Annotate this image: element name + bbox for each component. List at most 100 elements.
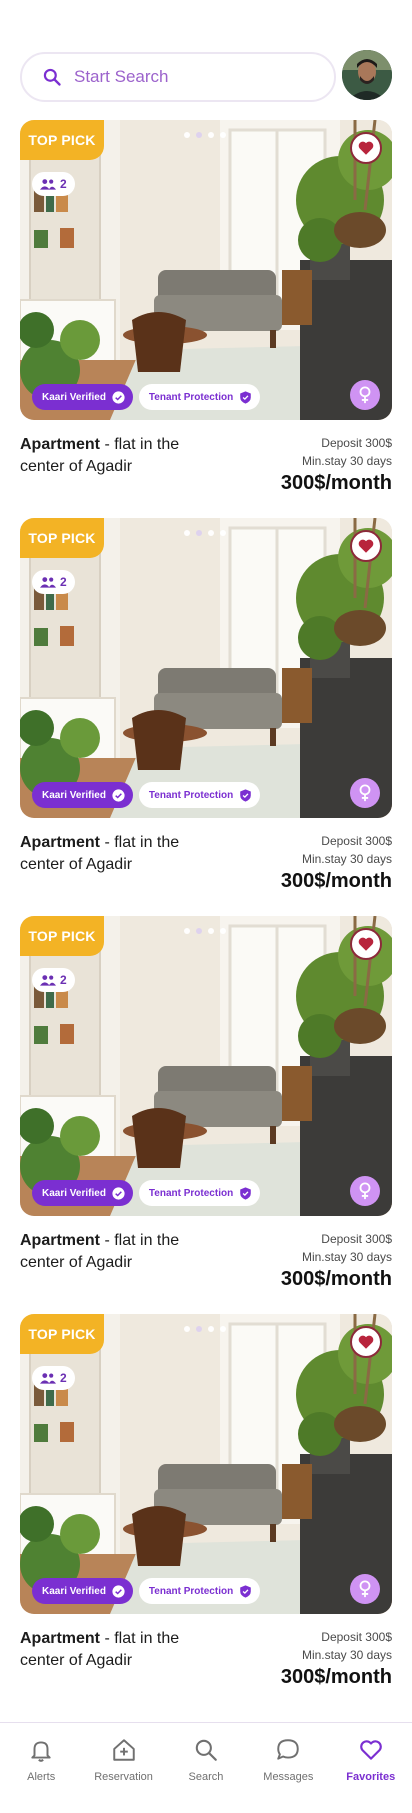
search-bar[interactable]	[20, 52, 336, 102]
image-pager-dots[interactable]	[184, 1326, 226, 1332]
tenant-protection-badge: Tenant Protection	[138, 384, 261, 410]
pager-dot[interactable]	[184, 928, 190, 934]
pager-dot[interactable]	[208, 132, 214, 138]
bottom-nav: Alerts Reservation Search Messages Favor…	[0, 1722, 412, 1813]
min-stay-text: Min.stay 30 days	[301, 852, 392, 866]
pager-dot[interactable]	[184, 132, 190, 138]
top-bar	[20, 50, 392, 104]
pager-dot[interactable]	[196, 1326, 202, 1332]
kaari-verified-label: Kaari Verified	[42, 789, 106, 801]
shield-check-icon	[240, 1584, 251, 1598]
favorite-button[interactable]	[350, 530, 382, 562]
tenant-protection-label: Tenant Protection	[148, 789, 234, 801]
pager-dot[interactable]	[220, 132, 226, 138]
pager-dot[interactable]	[196, 132, 202, 138]
guests-badge: 2	[32, 570, 75, 594]
price-text: 300$/month	[280, 1666, 392, 1688]
female-icon	[359, 784, 371, 802]
nav-label-messages: Messages	[263, 1771, 314, 1783]
female-icon	[359, 1182, 371, 1200]
female-icon	[359, 1580, 371, 1598]
nav-item-messages[interactable]: Messages	[248, 1737, 328, 1813]
deposit-text: Deposit 300$	[321, 1232, 392, 1246]
listing-photo[interactable]: TOP PICK 2 Kaari Verified Tenant Protect…	[20, 518, 392, 818]
kaari-verified-badge: Kaari Verified	[32, 1578, 133, 1604]
heart-icon	[359, 1740, 382, 1760]
room-photo	[20, 120, 392, 420]
pager-dot[interactable]	[220, 1326, 226, 1332]
tenant-protection-badge: Tenant Protection	[138, 1578, 261, 1604]
pager-dot[interactable]	[208, 1326, 214, 1332]
listing-photo[interactable]: TOP PICK 2 Kaari Verified Tenant Protect…	[20, 1314, 392, 1614]
listing-photo[interactable]: TOP PICK 2 Kaari Verified Tenant Protect…	[20, 120, 392, 420]
kaari-verified-label: Kaari Verified	[42, 1187, 106, 1199]
deposit-text: Deposit 300$	[321, 834, 392, 848]
image-pager-dots[interactable]	[184, 928, 226, 934]
listing-type: Apartment	[20, 834, 101, 851]
female-only-badge	[350, 380, 380, 410]
listing-title: Apartment - flat in the center of Agadir	[20, 1230, 220, 1274]
check-circle-icon	[112, 390, 125, 404]
kaari-verified-label: Kaari Verified	[42, 391, 106, 403]
pager-dot[interactable]	[220, 928, 226, 934]
tenant-protection-label: Tenant Protection	[148, 391, 234, 403]
tenant-protection-badge: Tenant Protection	[138, 1180, 261, 1206]
female-icon	[359, 386, 371, 404]
listing-title: Apartment - flat in the center of Agadir	[20, 434, 220, 478]
pager-dot[interactable]	[184, 530, 190, 536]
nav-item-alerts[interactable]: Alerts	[1, 1737, 81, 1813]
pager-dot[interactable]	[196, 530, 202, 536]
tenant-protection-label: Tenant Protection	[148, 1187, 234, 1199]
listing-info[interactable]: Apartment - flat in the center of Agadir…	[20, 1230, 392, 1310]
listing-card[interactable]: TOP PICK 2 Kaari Verified Tenant Protect…	[20, 518, 392, 912]
pager-dot[interactable]	[208, 530, 214, 536]
listing-badges: Kaari Verified Tenant Protection	[32, 384, 261, 410]
favorite-button[interactable]	[350, 928, 382, 960]
pager-dot[interactable]	[208, 928, 214, 934]
top-pick-badge: TOP PICK	[20, 120, 104, 160]
top-pick-badge: TOP PICK	[20, 916, 104, 956]
listing-photo[interactable]: TOP PICK 2 Kaari Verified Tenant Protect…	[20, 916, 392, 1216]
listing-card[interactable]: TOP PICK 2 Kaari Verified Tenant Protect…	[20, 916, 392, 1310]
kaari-verified-badge: Kaari Verified	[32, 1180, 133, 1206]
listing-card[interactable]: TOP PICK 2 Kaari Verified Tenant Protect…	[20, 120, 392, 514]
people-icon	[40, 975, 56, 986]
kaari-verified-badge: Kaari Verified	[32, 384, 133, 410]
nav-item-reservation[interactable]: Reservation	[84, 1737, 164, 1813]
nav-item-search[interactable]: Search	[166, 1737, 246, 1813]
kaari-verified-badge: Kaari Verified	[32, 782, 133, 808]
pager-dot[interactable]	[184, 1326, 190, 1332]
favorite-button[interactable]	[350, 1326, 382, 1358]
guests-count: 2	[60, 575, 67, 589]
nav-label-reservation: Reservation	[94, 1771, 153, 1783]
female-only-badge	[350, 778, 380, 808]
search-icon	[43, 68, 61, 86]
female-only-badge	[350, 1574, 380, 1604]
listing-info[interactable]: Apartment - flat in the center of Agadir…	[20, 832, 392, 912]
listing-card[interactable]: TOP PICK 2 Kaari Verified Tenant Protect…	[20, 1314, 392, 1708]
image-pager-dots[interactable]	[184, 132, 226, 138]
room-photo	[20, 518, 392, 818]
heart-icon	[358, 937, 374, 951]
nav-item-favorites[interactable]: Favorites	[331, 1737, 411, 1813]
pager-dot[interactable]	[196, 928, 202, 934]
guests-badge: 2	[32, 968, 75, 992]
room-photo	[20, 1314, 392, 1614]
avatar[interactable]	[342, 50, 392, 100]
guests-count: 2	[60, 177, 67, 191]
guests-count: 2	[60, 1371, 67, 1385]
listing-type: Apartment	[20, 1232, 101, 1249]
listing-info[interactable]: Apartment - flat in the center of Agadir…	[20, 1628, 392, 1708]
search-input[interactable]	[74, 67, 304, 87]
favorite-button[interactable]	[350, 132, 382, 164]
image-pager-dots[interactable]	[184, 530, 226, 536]
price-text: 300$/month	[280, 472, 392, 494]
nav-label-search: Search	[188, 1771, 224, 1783]
pager-dot[interactable]	[220, 530, 226, 536]
listing-info[interactable]: Apartment - flat in the center of Agadir…	[20, 434, 392, 514]
listing-title: Apartment - flat in the center of Agadir	[20, 832, 220, 876]
listing-meta: Deposit 300$ Min.stay 30 days 300$/month	[281, 832, 392, 894]
people-icon	[40, 1373, 56, 1384]
guests-count: 2	[60, 973, 67, 987]
shield-check-icon	[240, 788, 251, 802]
